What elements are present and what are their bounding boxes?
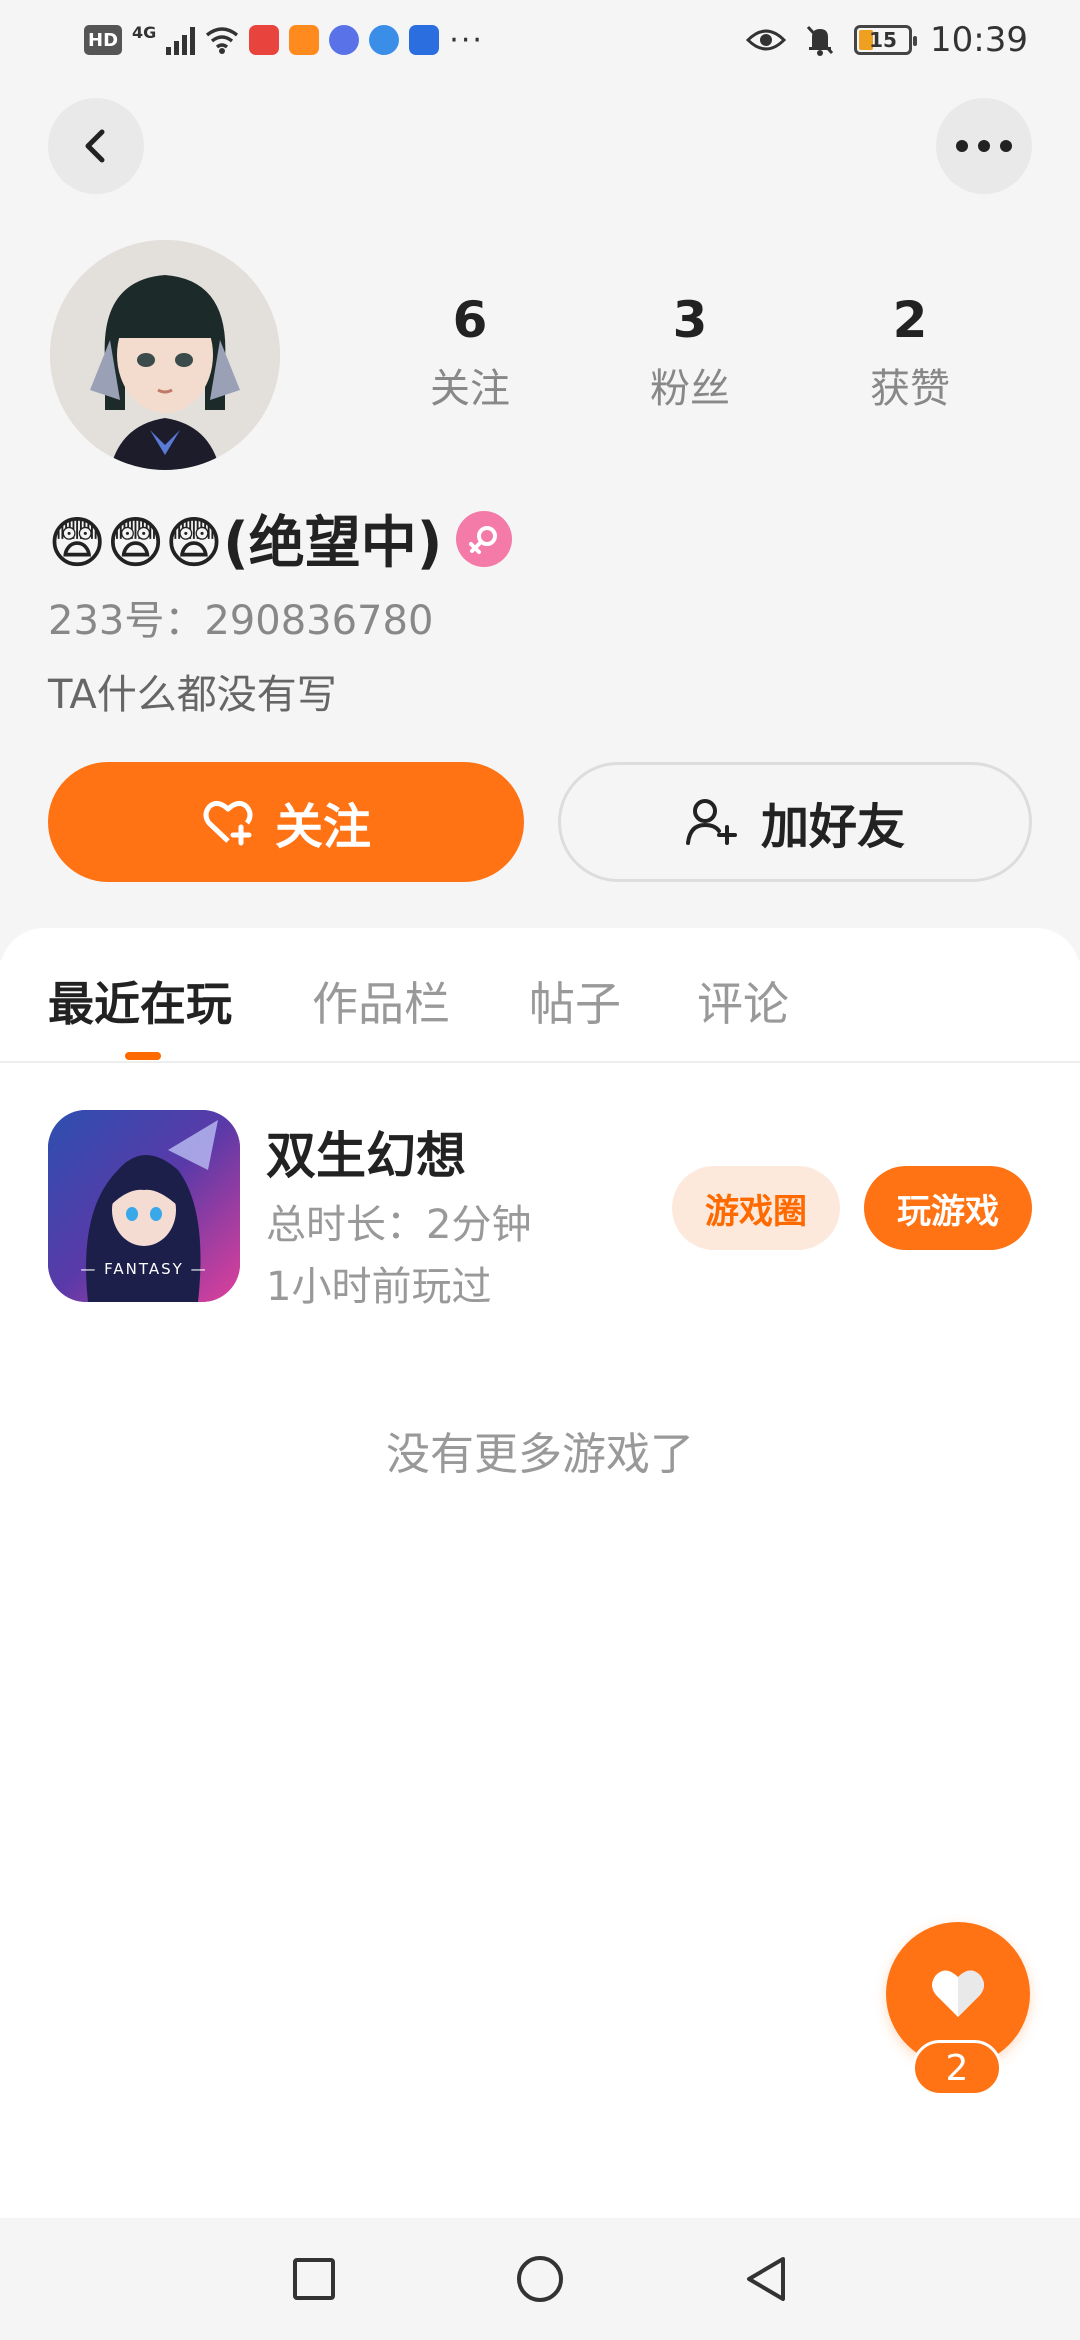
- account-id: 233号：290836780: [48, 598, 434, 644]
- stat-following-label: 关注: [430, 366, 510, 412]
- name-row: 😨😨😨(绝望中): [48, 498, 513, 579]
- stat-likes-label: 获赞: [870, 366, 950, 412]
- nickname: 😨😨😨(绝望中): [48, 511, 443, 576]
- video-app-icon: [289, 25, 320, 55]
- more-button[interactable]: [936, 98, 1032, 194]
- status-left: HD 4G ···: [84, 23, 484, 58]
- home-button[interactable]: [513, 2252, 567, 2306]
- add-friend-button-label: 加好友: [760, 799, 905, 855]
- triangle-back-icon: [747, 2257, 785, 2301]
- like-count-badge: 2: [912, 2040, 1002, 2096]
- add-user-icon: [685, 799, 737, 845]
- game-icon-caption: — FANTASY —: [80, 1260, 208, 1278]
- signal-icon: [166, 25, 196, 55]
- heart-plus-icon: [203, 801, 253, 846]
- tab-posts[interactable]: 帖子: [529, 968, 621, 1034]
- stat-fans-label: 粉丝: [650, 366, 730, 412]
- battery-icon: 15: [854, 25, 918, 55]
- tab-comments[interactable]: 评论: [697, 968, 789, 1034]
- circle-icon: [517, 2256, 563, 2302]
- tab-indicator: [125, 1052, 161, 1060]
- tab-bar: 最近在玩 作品栏 帖子 评论: [0, 928, 1080, 1063]
- status-bar: HD 4G ··· 15 10:39: [0, 0, 1080, 80]
- play-game-button[interactable]: 玩游戏: [864, 1166, 1032, 1250]
- stat-following[interactable]: 6 关注: [360, 290, 580, 414]
- empty-list-message: 没有更多游戏了: [386, 1429, 694, 1480]
- nav-back-button[interactable]: [739, 2252, 793, 2306]
- status-right: 15 10:39: [746, 20, 1028, 60]
- browser-app-icon: [369, 25, 400, 55]
- game-last-played: 1小时前玩过: [266, 1264, 492, 1310]
- back-arrow-icon: [85, 129, 105, 163]
- stat-fans-value: 3: [672, 291, 708, 349]
- stat-likes[interactable]: 2 获赞: [800, 290, 1020, 414]
- network-type: 4G: [132, 22, 157, 42]
- eye-icon: [746, 29, 787, 51]
- female-icon: [456, 510, 513, 567]
- avatar[interactable]: [50, 240, 280, 470]
- bulb-app-icon: [409, 25, 440, 55]
- avatar-image: [50, 240, 280, 470]
- music-app-icon: [329, 25, 360, 55]
- game-title: 双生幻想: [266, 1127, 466, 1185]
- heart-icon: [932, 1970, 984, 2017]
- recent-apps-button[interactable]: [287, 2252, 341, 2306]
- bio: TA什么都没有写: [48, 672, 337, 718]
- system-nav-bar: [0, 2218, 1080, 2340]
- wifi-icon: [206, 27, 239, 54]
- game-duration: 总时长：2分钟: [266, 1202, 532, 1248]
- stat-following-value: 6: [452, 291, 488, 349]
- game-list-item[interactable]: — FANTASY — 双生幻想 总时长：2分钟 1小时前玩过 游戏圈 玩游戏: [48, 1110, 1032, 1310]
- back-button[interactable]: [48, 98, 144, 194]
- app-notification-icon: [249, 25, 280, 55]
- profile-stats: 6 关注 3 粉丝 2 获赞: [360, 290, 1020, 414]
- square-icon: [293, 2258, 335, 2300]
- clock: 10:39: [930, 20, 1028, 60]
- mute-bell-icon: [806, 25, 834, 56]
- tab-works[interactable]: 作品栏: [312, 968, 450, 1034]
- more-dots-icon: [956, 140, 1012, 152]
- stat-fans[interactable]: 3 粉丝: [580, 290, 800, 414]
- tab-recent-games[interactable]: 最近在玩: [48, 968, 232, 1034]
- more-notifications-icon: ···: [449, 22, 484, 58]
- follow-button[interactable]: 关注: [48, 762, 524, 882]
- stat-likes-value: 2: [892, 291, 928, 349]
- hd-badge: HD: [84, 25, 123, 55]
- follow-button-label: 关注: [274, 799, 371, 855]
- game-circle-button[interactable]: 游戏圈: [672, 1166, 840, 1250]
- add-friend-button[interactable]: 加好友: [558, 762, 1032, 882]
- game-icon[interactable]: — FANTASY —: [48, 1110, 240, 1302]
